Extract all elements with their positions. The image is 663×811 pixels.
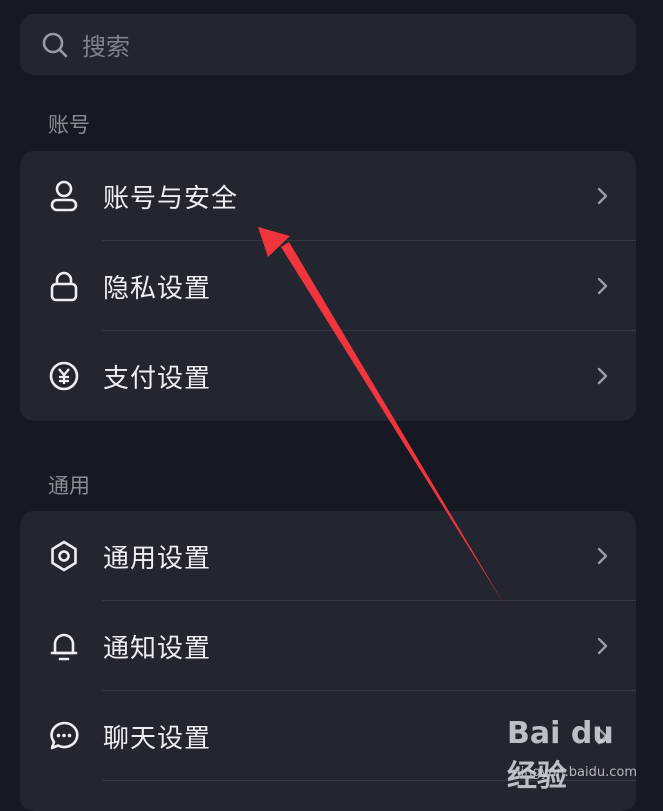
yen-icon [48,360,80,392]
person-icon [48,180,80,212]
chevron-right-icon [597,547,608,565]
search-icon [40,30,70,60]
watermark-logo: Bai du 经验 [507,716,614,794]
chevron-right-icon [597,367,608,385]
settings-item-account-security[interactable]: 账号与安全 [20,151,636,241]
chevron-right-icon [597,277,608,295]
gear-icon [48,540,80,572]
settings-item-label: 通知设置 [103,633,212,664]
settings-item-notification[interactable]: 通知设置 [20,601,636,691]
bell-icon [48,630,80,662]
section-title-account: 账号 [48,113,90,137]
search-bar[interactable]: 搜索 [20,14,636,75]
settings-item-payment[interactable]: 支付设置 [20,331,636,421]
chevron-right-icon [597,187,608,205]
settings-item-label: 聊天设置 [103,723,212,754]
lock-icon [48,270,80,302]
account-card: 账号与安全 隐私设置 支付设置 [20,151,636,421]
baidu-jingyan-watermark: Bai du 经验 jingyan.baidu.com [507,716,637,794]
section-title-general: 通用 [48,474,90,498]
chat-bubble-icon [48,720,80,752]
settings-item-label: 账号与安全 [103,183,239,214]
settings-item-privacy[interactable]: 隐私设置 [20,241,636,331]
settings-item-label: 通用设置 [103,543,212,574]
chevron-right-icon [597,637,608,655]
settings-item-label: 隐私设置 [103,273,212,304]
search-input[interactable]: 搜索 [82,27,130,62]
settings-item-label: 支付设置 [103,363,212,394]
settings-item-general[interactable]: 通用设置 [20,511,636,601]
watermark-url: jingyan.baidu.com [517,765,637,780]
